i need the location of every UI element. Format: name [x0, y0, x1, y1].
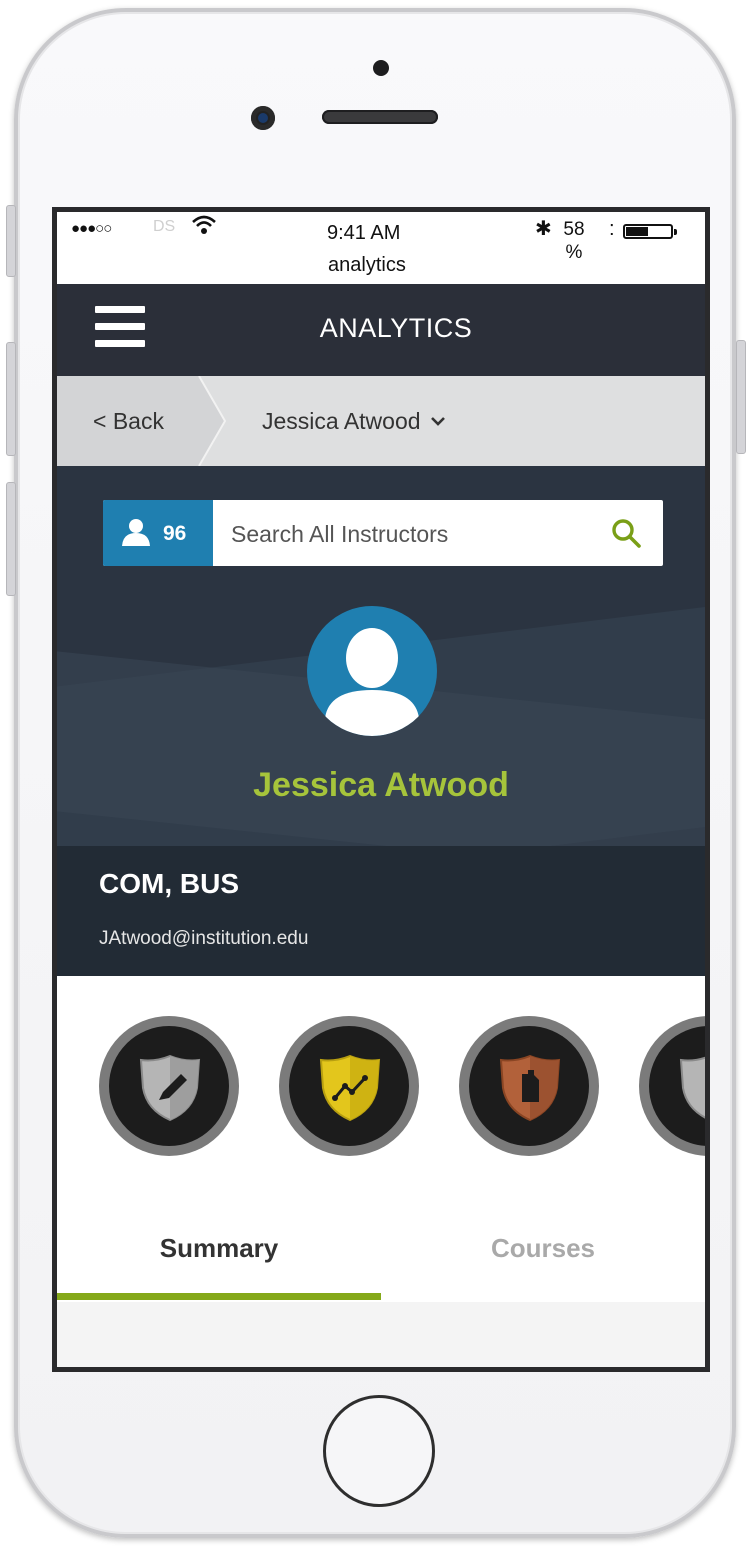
tab-content-area	[57, 1302, 705, 1367]
department-label: COM, BUS	[99, 868, 239, 899]
back-button[interactable]: < Back	[93, 376, 164, 466]
email-label: JAtwood@institution.edu	[99, 928, 309, 949]
volume-down-button	[6, 482, 16, 596]
document-shield-badge[interactable]	[459, 1016, 599, 1156]
instructor-count: 96	[163, 522, 187, 545]
instructor-name: Jessica Atwood	[253, 766, 509, 804]
instructor-selector[interactable]: Jessica Atwood	[262, 376, 445, 468]
status-time: 9:41 AM	[327, 222, 401, 244]
chevron-down-icon	[427, 414, 445, 431]
instructor-selector-label: Jessica Atwood	[262, 408, 421, 434]
volume-up-button	[6, 342, 16, 456]
page-title: ANALYTICS	[319, 313, 473, 343]
search-input[interactable]	[229, 500, 603, 566]
instructor-info-panel: COM, BUS JAtwood@institution.edu	[57, 846, 705, 976]
pencil-shield-badge[interactable]	[99, 1016, 239, 1156]
wifi-icon	[191, 214, 217, 242]
user-icon	[122, 519, 150, 546]
breadcrumb-separator-icon	[185, 376, 227, 466]
battery-icon	[623, 224, 677, 239]
proximity-sensor	[373, 60, 389, 76]
app-screen: ●●●○○ DS 9:41 AM analytics ✱ 58 % : ANAL…	[52, 207, 710, 1372]
earpiece-speaker	[322, 110, 438, 124]
tab-bar: Summary Courses	[57, 1186, 705, 1302]
status-separator: :	[609, 218, 615, 240]
silent-switch	[6, 205, 16, 277]
battery-percent: 58 %	[563, 219, 585, 263]
tab-courses[interactable]: Courses	[381, 1186, 705, 1302]
power-button	[736, 340, 746, 454]
app-subtitle: analytics	[328, 254, 406, 276]
bluetooth-icon: ✱	[535, 218, 552, 240]
home-button[interactable]	[323, 1395, 435, 1507]
instructor-search: 96	[103, 500, 663, 566]
profile-hero: 96 Jessica Atwood COM, BUS JAtwood@insti…	[57, 466, 705, 976]
app-navbar: ANALYTICS	[57, 284, 705, 376]
trend-shield-badge[interactable]	[279, 1016, 419, 1156]
badges-carousel[interactable]	[57, 976, 705, 1186]
breadcrumb: < Back Jessica Atwood	[57, 376, 705, 466]
active-tab-indicator	[57, 1293, 381, 1300]
signal-strength-icon: ●●●○○	[71, 220, 112, 237]
tab-summary[interactable]: Summary	[57, 1186, 381, 1302]
carrier-label: DS	[153, 218, 176, 235]
silver-shield-badge[interactable]	[639, 1016, 705, 1156]
status-bar: ●●●○○ DS 9:41 AM analytics ✱ 58 % :	[57, 212, 705, 284]
instructor-count-badge: 96	[103, 500, 213, 566]
search-icon[interactable]	[609, 516, 643, 550]
user-avatar-icon	[307, 606, 437, 736]
front-camera-icon	[251, 106, 275, 130]
